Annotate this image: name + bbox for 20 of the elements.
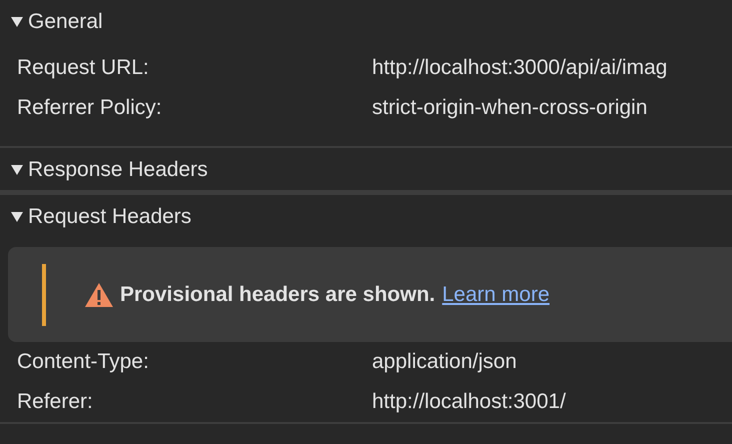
- section-header[interactable]: Request Headers: [0, 195, 732, 237]
- warning-message: Provisional headers are shown.: [120, 282, 436, 308]
- warning-icon: [84, 282, 114, 308]
- expanded-triangle-icon[interactable]: [10, 211, 24, 223]
- header-name: Request URL:: [17, 55, 150, 82]
- section-header[interactable]: General: [0, 0, 732, 42]
- section-header[interactable]: Response Headers: [0, 148, 732, 190]
- section-title: Request Headers: [28, 204, 192, 230]
- header-name: Content-Type:: [17, 349, 150, 376]
- header-value: http://localhost:3001/: [372, 389, 566, 416]
- section-title: General: [28, 9, 103, 36]
- section-title: Response Headers: [28, 157, 208, 184]
- learn-more-link[interactable]: Learn more: [442, 278, 550, 310]
- expanded-triangle-icon[interactable]: [10, 164, 24, 176]
- header-name: Referer:: [17, 389, 94, 416]
- expanded-triangle-icon[interactable]: [10, 16, 24, 28]
- header-value: strict-origin-when-cross-origin: [372, 95, 648, 122]
- header-value: application/json: [372, 349, 517, 376]
- header-name: Referrer Policy:: [17, 95, 163, 122]
- header-value: http://localhost:3000/api/ai/imag: [372, 55, 668, 82]
